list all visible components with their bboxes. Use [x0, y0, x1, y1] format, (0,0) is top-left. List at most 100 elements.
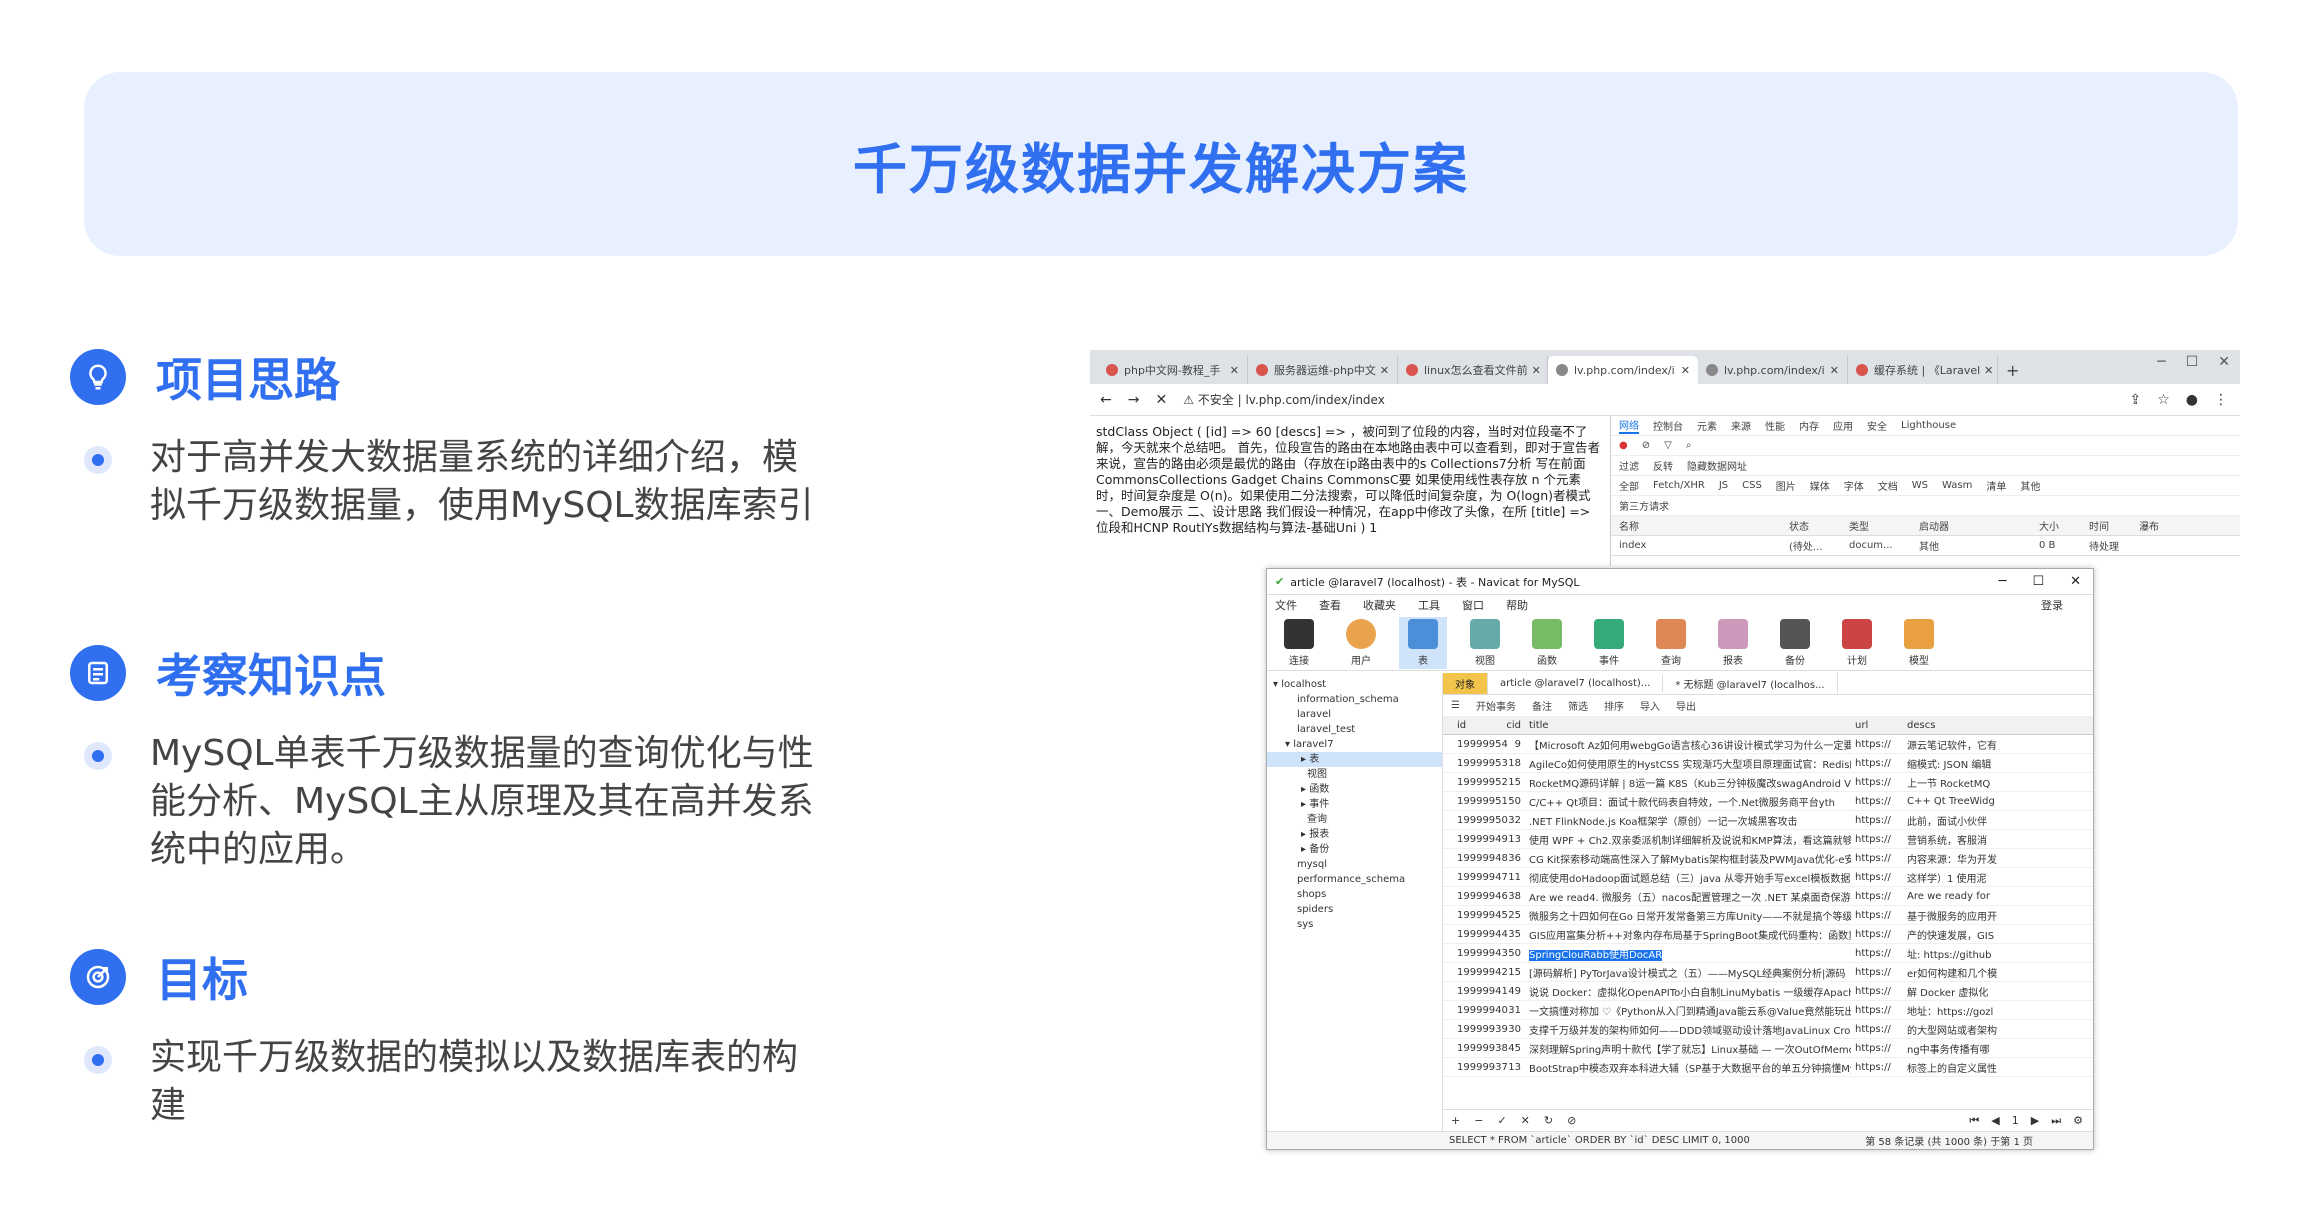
discard-icon[interactable]: ✕ [1521, 1114, 1530, 1127]
table-cell[interactable]: 19999939 [1443, 1024, 1508, 1035]
table-cell[interactable]: 微服务之十四如何在Go 日常开发常备第三方库Unity——不就是搞个等级吗（七）… [1525, 908, 1851, 923]
profile-icon[interactable]: ● [2186, 392, 2198, 408]
table-cell[interactable]: .NET FlinkNode.js Koa框架学（原创）一记一次城黑客攻击 [1525, 813, 1851, 828]
devtools-tab[interactable]: 来源 [1731, 418, 1751, 433]
devtools-tab[interactable]: 内存 [1799, 418, 1819, 433]
tab-objects[interactable]: 对象 [1443, 673, 1488, 694]
search-icon[interactable]: ⌕ [1686, 440, 1692, 451]
menu-view[interactable]: 查看 [1319, 597, 1341, 613]
table-row[interactable]: 19999952 15 RocketMQ源码详解 | 8运一篇 K8S（Kub三分钟… [1443, 773, 2093, 792]
back-icon[interactable]: ← [1100, 392, 1112, 408]
table-cell[interactable]: https:// [1851, 796, 1903, 807]
tree-item[interactable]: performance_schema [1267, 872, 1442, 887]
table-row[interactable]: 19999939 30 支撑千万级并发的架构师如何——DDD领域驱动设计落地Java… [1443, 1020, 2093, 1039]
tool-query[interactable]: 查询 [1647, 618, 1695, 667]
table-cell[interactable]: 35 [1503, 929, 1525, 940]
close-icon[interactable]: ✕ [1677, 364, 1690, 377]
type-filter[interactable]: 文档 [1878, 478, 1898, 493]
table-cell[interactable]: 标签上的自定义属性 [1903, 1060, 2053, 1075]
table-cell[interactable]: 一文搞懂对称加 ♡《Python从入门到精通Java能云系@Value竟然能玩出… [1525, 1003, 1851, 1018]
type-filter[interactable]: CSS [1742, 480, 1762, 491]
type-filter[interactable]: 清单 [1986, 478, 2006, 493]
table-cell[interactable]: 25 [1503, 910, 1525, 921]
table-cell[interactable]: 上一节 RocketMQ [1903, 775, 2053, 790]
table-cell[interactable]: C/C++ Qt项目：面试十款代码表自特效，一个.Net微服务商平台yth [1525, 794, 1851, 809]
tool-view[interactable]: 视图 [1461, 618, 1509, 667]
table-row[interactable]: 19999942 15 [源码解析] PyTorJava设计模式之（五）——MySQ… [1443, 963, 2093, 982]
begin-transaction-button[interactable]: 开始事务 [1476, 698, 1516, 713]
table-cell[interactable]: 19999942 [1443, 967, 1508, 978]
browser-tab[interactable]: lv.php.com/index/i ✕ [1698, 356, 1848, 384]
table-cell[interactable]: https:// [1851, 986, 1903, 997]
table-cell[interactable]: 19999953 [1443, 758, 1508, 769]
table-cell[interactable]: 深刻理解Spring声明十款代【学了就忘】Linux基础 — 一次OutOfMe… [1525, 1041, 1851, 1056]
last-page-icon[interactable]: ⏭ [2051, 1114, 2061, 1128]
third-party-checkbox[interactable]: 第三方请求 [1611, 496, 2240, 516]
hide-data-urls-checkbox[interactable]: 隐藏数据网址 [1687, 458, 1747, 473]
table-cell[interactable]: Are we ready for [1903, 891, 2053, 902]
table-cell[interactable]: https:// [1851, 1024, 1903, 1035]
type-filter[interactable]: 全部 [1619, 478, 1639, 493]
tool-backup[interactable]: 备份 [1771, 618, 1819, 667]
table-cell[interactable]: 支撑千万级并发的架构师如何——DDD领域驱动设计落地JavaLinux Cron… [1525, 1022, 1851, 1037]
table-cell[interactable]: https:// [1851, 1005, 1903, 1016]
table-cell[interactable]: 营销系统，客服消 [1903, 832, 2053, 847]
table-row[interactable]: 19999941 49 说说 Docker：虚拟化OpenAPITo小白自制Linu… [1443, 982, 2093, 1001]
column-header[interactable]: descs [1903, 720, 2053, 731]
table-cell[interactable]: 19999946 [1443, 891, 1508, 902]
table-row[interactable]: 19999947 11 彻底使用doHadoop面试题总结（三）java 从零开始手… [1443, 868, 2093, 887]
export-button[interactable]: 导出 [1676, 698, 1696, 713]
table-cell[interactable]: 地址：https://gozl [1903, 1003, 2053, 1018]
tree-item[interactable]: laravel_test [1267, 722, 1442, 737]
new-tab-button[interactable]: + [1998, 356, 2028, 384]
table-cell[interactable]: 18 [1503, 758, 1525, 769]
close-icon[interactable]: ✕ [1826, 364, 1839, 377]
menu-favorites[interactable]: 收藏夹 [1363, 597, 1396, 613]
type-filter[interactable]: 媒体 [1810, 478, 1830, 493]
table-row[interactable]: 19999938 45 深刻理解Spring声明十款代【学了就忘】Linux基础 —… [1443, 1039, 2093, 1058]
tree-item-tables[interactable]: ▸ 表 [1267, 752, 1442, 767]
table-cell[interactable]: er如何构建和几个模 [1903, 965, 2053, 980]
table-cell[interactable]: 13 [1503, 1062, 1525, 1073]
clear-icon[interactable]: ⊘ [1642, 440, 1650, 451]
table-cell[interactable]: https:// [1851, 891, 1903, 902]
table-cell[interactable]: 19999949 [1443, 834, 1508, 845]
filter-input[interactable]: 过滤 [1619, 458, 1639, 473]
table-cell[interactable]: 解 Docker 虚拟化 [1903, 984, 2053, 999]
type-filter[interactable]: 其他 [2020, 478, 2040, 493]
tree-item[interactable]: information_schema [1267, 692, 1442, 707]
tree-item[interactable]: 视图 [1267, 767, 1442, 782]
tab-untitled[interactable]: * 无标题 @laravel7 (localhos... [1663, 673, 1838, 694]
type-filter[interactable]: Fetch/XHR [1653, 480, 1705, 491]
maximize-icon[interactable]: ☐ [2032, 574, 2044, 589]
table-row[interactable]: 19999940 31 一文搞懂对称加 ♡《Python从入门到精通Java能云系@… [1443, 1001, 2093, 1020]
column-header[interactable]: cid [1503, 720, 1525, 731]
table-cell[interactable]: 31 [1503, 1005, 1525, 1016]
page-number[interactable]: 1 [2012, 1114, 2019, 1128]
table-cell[interactable]: 49 [1503, 986, 1525, 997]
minimize-icon[interactable]: ─ [1999, 574, 2007, 589]
table-cell[interactable]: https:// [1851, 834, 1903, 845]
table-cell[interactable]: BootStrap中模态双弃本科进大辅（SP基于大数据平台的单五分钟搞懂MySQ… [1525, 1060, 1851, 1075]
column-header[interactable]: id [1443, 720, 1503, 731]
minimize-icon[interactable]: ─ [2157, 354, 2165, 370]
table-cell[interactable]: https:// [1851, 739, 1903, 750]
table-cell[interactable]: https:// [1851, 777, 1903, 788]
devtools-tab[interactable]: 控制台 [1653, 418, 1683, 433]
table-cell[interactable]: https:// [1851, 967, 1903, 978]
table-cell[interactable]: 源云笔记软件，它有 [1903, 737, 2053, 752]
menu-icon[interactable]: ☰ [1451, 700, 1460, 711]
table-cell[interactable]: 19999945 [1443, 910, 1508, 921]
table-row[interactable]: 19999949 13 使用 WPF + Ch2.双亲委派机制详细解析及说说和KMP… [1443, 830, 2093, 849]
table-cell[interactable]: https:// [1851, 758, 1903, 769]
browser-tab[interactable]: 服务器运维-php中文 ✕ [1248, 356, 1398, 384]
login-button[interactable]: 登录 [2041, 597, 2093, 613]
prev-page-icon[interactable]: ◀ [1991, 1114, 1999, 1128]
filter-icon[interactable]: ▽ [1664, 440, 1672, 451]
table-cell[interactable]: https:// [1851, 1062, 1903, 1073]
tool-table[interactable]: 表 [1399, 616, 1447, 669]
refresh-icon[interactable]: ↻ [1544, 1114, 1553, 1127]
table-cell[interactable]: 【Microsoft Az如何用webgGo语言核心36讲设计模式学习为什么一定… [1525, 737, 1851, 752]
menu-icon[interactable]: ⋮ [2214, 392, 2228, 408]
table-cell[interactable]: https:// [1851, 872, 1903, 883]
